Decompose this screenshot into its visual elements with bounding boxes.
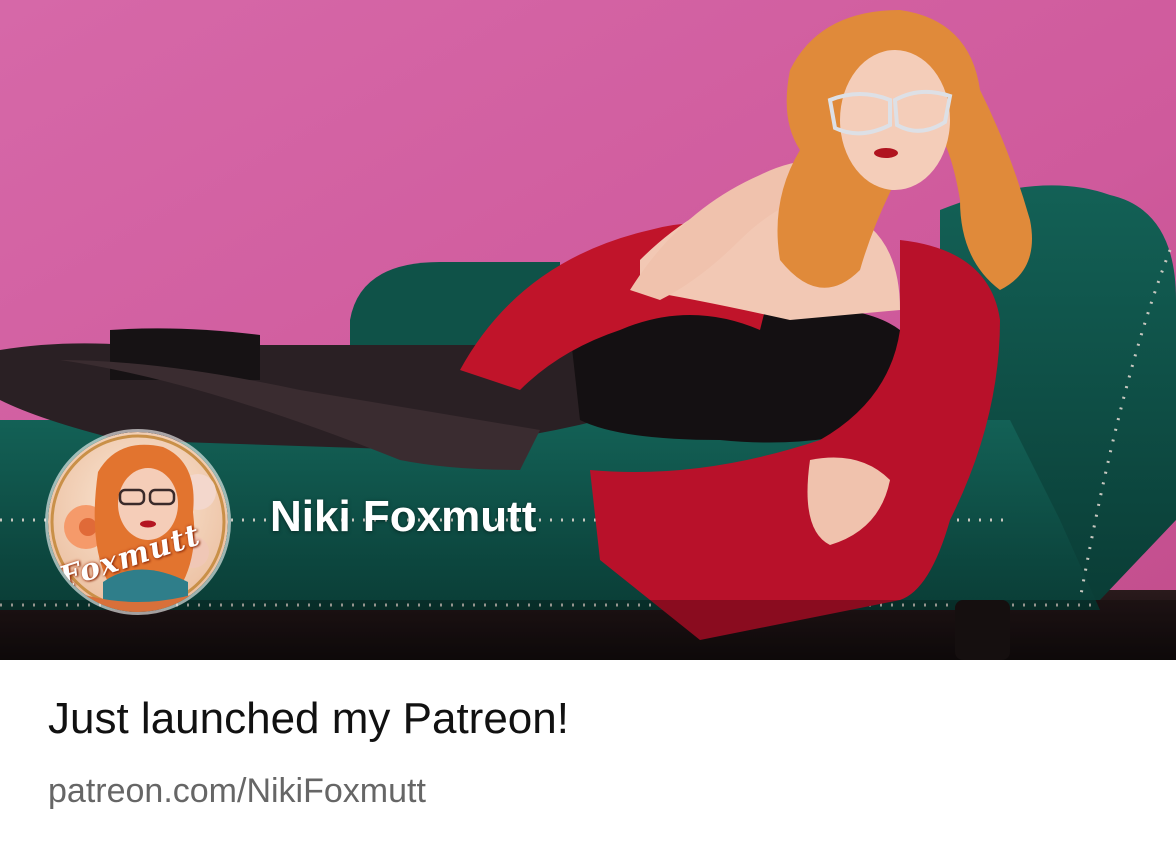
- creator-name[interactable]: Niki Foxmutt: [270, 492, 536, 542]
- cover-image: Foxmutt Niki Foxmutt: [0, 0, 1176, 660]
- link-url[interactable]: patreon.com/NikiFoxmutt: [48, 772, 426, 811]
- link-title[interactable]: Just launched my Patreon!: [48, 694, 569, 744]
- link-preview-card[interactable]: Foxmutt Niki Foxmutt Just launched my Pa…: [0, 0, 1176, 852]
- creator-avatar[interactable]: Foxmutt: [48, 432, 228, 612]
